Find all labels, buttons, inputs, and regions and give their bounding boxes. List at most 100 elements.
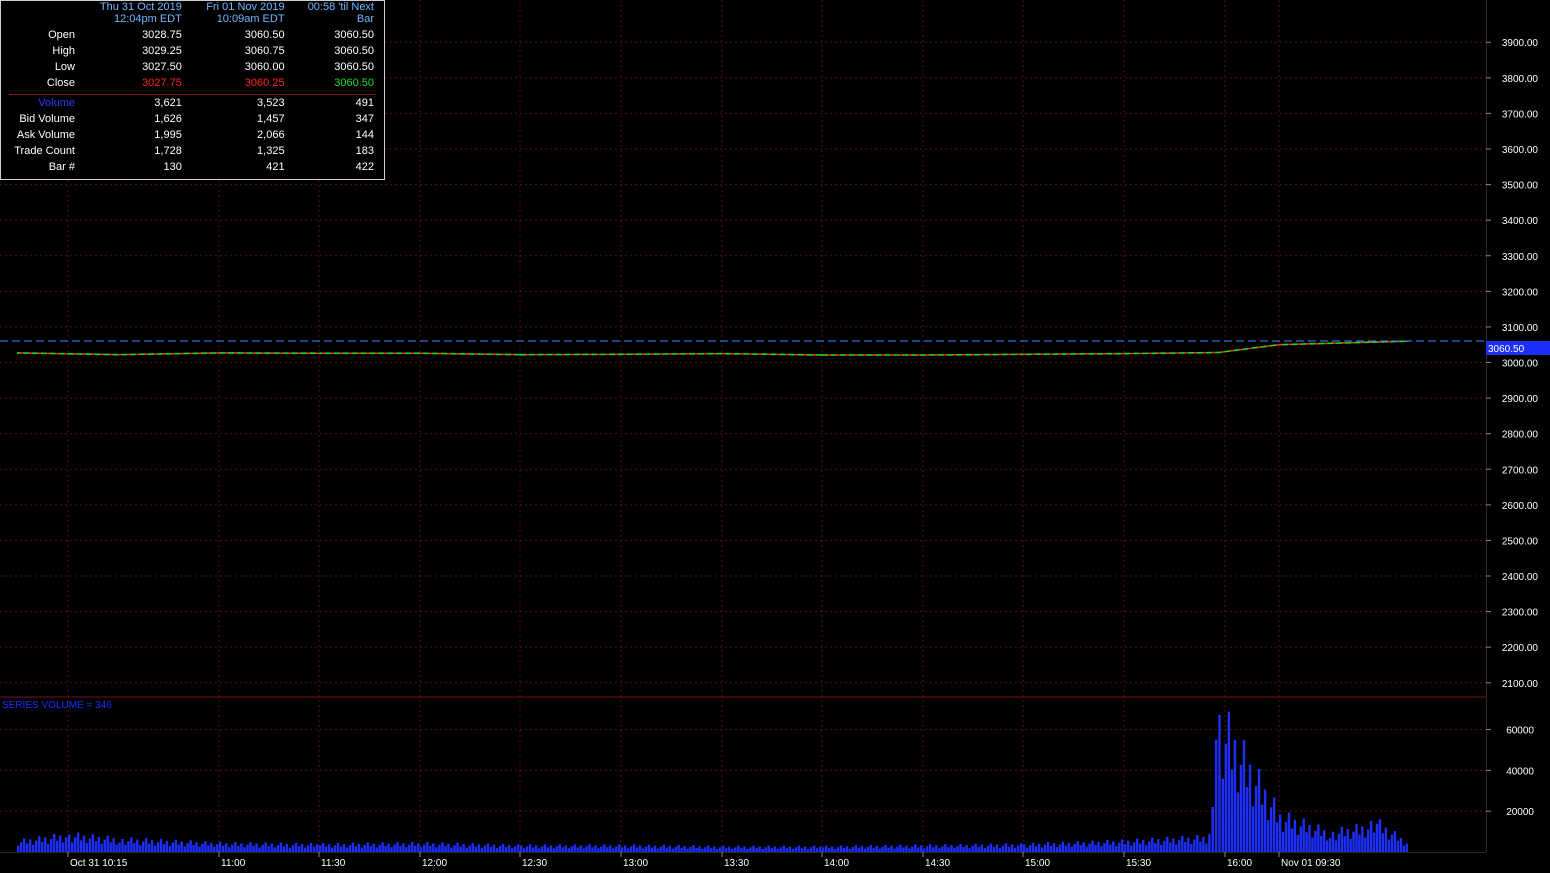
data-window[interactable]: Thu 31 Oct 2019 Fri 01 Nov 2019 00:58 't… xyxy=(0,0,385,180)
volume-bar xyxy=(387,843,390,852)
volume-bar xyxy=(447,843,450,852)
volume-bar xyxy=(677,845,680,852)
volume-bar xyxy=(1337,833,1341,852)
cell-value: 3060.75 xyxy=(244,45,285,57)
volume-bar xyxy=(1405,843,1409,852)
volume-bar xyxy=(319,845,322,852)
row-label: Bar # xyxy=(48,161,75,173)
volume-bar xyxy=(1010,844,1014,852)
column-time: 12:04pm EDT xyxy=(113,13,182,25)
volume-bar xyxy=(282,846,286,852)
volume-bar xyxy=(243,847,246,852)
volume-bar xyxy=(1175,844,1178,852)
volume-bar xyxy=(147,843,151,852)
volume-bar xyxy=(1320,835,1323,852)
volume-bar xyxy=(118,842,121,852)
volume-bar xyxy=(1025,847,1029,852)
volume-bar xyxy=(1214,739,1218,852)
volume-bar xyxy=(435,847,438,852)
column-date: Thu 31 Oct 2019 xyxy=(99,1,182,13)
volume-bar xyxy=(609,845,612,852)
volume-bar xyxy=(1067,842,1070,852)
volume-bar xyxy=(150,840,154,852)
volume-bar xyxy=(159,838,163,852)
volume-bar xyxy=(471,843,474,852)
volume-bar xyxy=(1049,845,1053,852)
volume-bar xyxy=(1314,830,1317,852)
volume-bar xyxy=(384,846,387,852)
time-tick-label: Oct 31 10:15 xyxy=(70,858,128,869)
volume-bar xyxy=(1396,840,1400,852)
volume-bar xyxy=(833,848,837,852)
time-tick-label: 15:00 xyxy=(1025,858,1050,869)
volume-bar xyxy=(653,845,657,852)
volume-bar xyxy=(1242,740,1246,852)
volume-bar xyxy=(44,837,47,852)
volume-bar xyxy=(1281,831,1285,852)
volume-bar xyxy=(68,834,71,852)
volume-bar xyxy=(1248,764,1252,852)
volume-bar xyxy=(1251,806,1255,852)
row-label: Close xyxy=(46,77,75,89)
volume-bar xyxy=(258,847,261,852)
volume-bar xyxy=(330,847,334,852)
volume-bar xyxy=(710,848,713,852)
volume-bar xyxy=(902,847,905,852)
volume-bar xyxy=(962,847,965,852)
volume-bar xyxy=(603,844,606,852)
volume-bar xyxy=(222,845,225,852)
data-window-date-row: Thu 31 Oct 2019 Fri 01 Nov 2019 00:58 't… xyxy=(1,1,384,13)
volume-bar xyxy=(986,845,990,852)
price-tick-label: 3200.00 xyxy=(1502,287,1539,298)
volume-bar xyxy=(438,844,441,852)
volume-bar xyxy=(686,848,689,852)
volume-bar xyxy=(719,847,722,852)
cell-value: 422 xyxy=(355,161,374,173)
volume-bar xyxy=(878,848,881,852)
volume-bar xyxy=(1043,844,1047,852)
row-label: High xyxy=(52,45,75,57)
volume-bar xyxy=(938,848,941,852)
volume-bar xyxy=(399,845,402,852)
cell-value: 3027.50 xyxy=(142,61,182,73)
volume-bar xyxy=(351,842,355,852)
volume-bar xyxy=(680,847,683,852)
volume-bar xyxy=(444,846,447,852)
volume-bar xyxy=(830,846,834,852)
data-window-time-row: 12:04pm EDT 10:09am EDT Bar xyxy=(1,13,384,27)
time-tick-label: 12:30 xyxy=(522,858,547,869)
volume-bar xyxy=(1079,845,1082,852)
volume-bar xyxy=(1369,820,1373,852)
time-tick-label: 11:30 xyxy=(321,858,346,869)
price-tick-label: 3600.00 xyxy=(1502,145,1539,156)
volume-bar xyxy=(1103,843,1106,852)
price-tick-label: 3100.00 xyxy=(1502,323,1539,334)
row-label: Volume xyxy=(38,97,75,109)
volume-bar xyxy=(255,843,258,852)
volume-bar xyxy=(112,838,115,852)
volume-bar xyxy=(659,846,663,852)
volume-bar xyxy=(1118,842,1121,852)
price-tick-label: 2600.00 xyxy=(1502,501,1539,512)
volume-bar xyxy=(450,847,453,852)
volume-bar xyxy=(273,847,276,852)
volume-bar xyxy=(1227,711,1231,852)
volume-bar xyxy=(180,841,183,852)
volume-bar xyxy=(887,847,890,852)
volume-bar xyxy=(1023,844,1026,852)
volume-bar xyxy=(62,842,65,852)
volume-bar xyxy=(396,842,399,852)
volume-bar xyxy=(917,847,920,852)
volume-bar xyxy=(252,846,255,852)
volume-bar xyxy=(1070,846,1073,852)
volume-bar xyxy=(716,848,719,852)
volume-bar xyxy=(1040,847,1044,852)
volume-bar xyxy=(1133,842,1136,852)
volume-bar xyxy=(1346,829,1349,852)
volume-bar xyxy=(429,845,432,852)
volume-bar xyxy=(740,848,743,852)
volume-bar xyxy=(818,846,822,852)
volume-bar xyxy=(905,845,908,852)
volume-bar xyxy=(47,843,50,852)
volume-bar xyxy=(1325,840,1329,852)
